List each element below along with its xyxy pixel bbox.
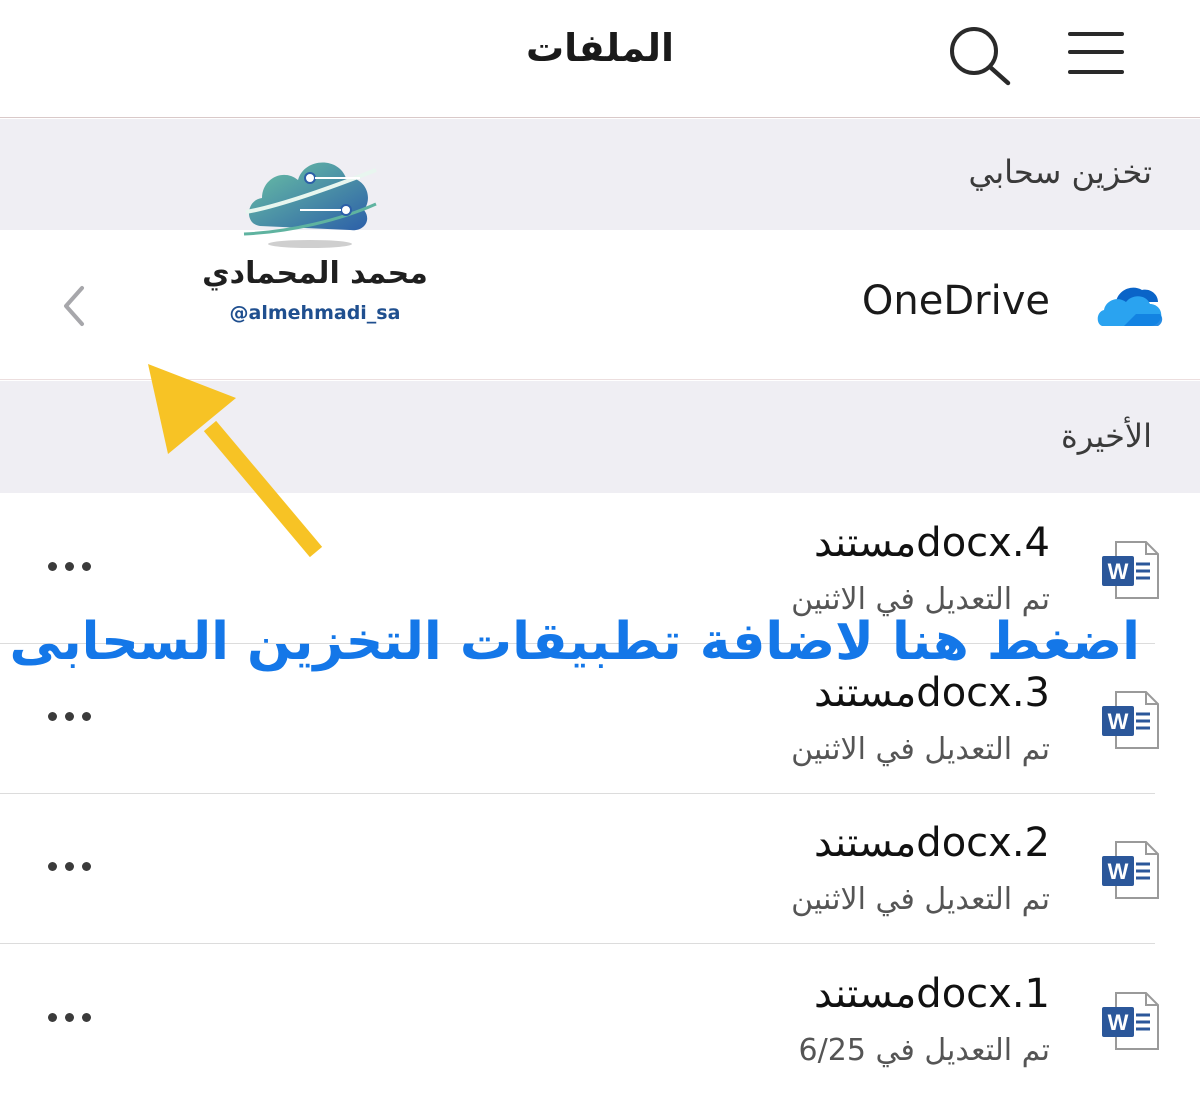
file-modified: تم التعديل في الاثنين xyxy=(791,882,1050,917)
chevron-left-icon[interactable] xyxy=(58,282,92,330)
word-document-icon: W xyxy=(1098,989,1162,1053)
file-name: مستندdocx.4 xyxy=(814,520,1050,566)
svg-text:W: W xyxy=(1108,709,1129,734)
word-document-icon: W xyxy=(1098,688,1162,752)
file-name: مستندdocx.3 xyxy=(814,670,1050,716)
row-divider xyxy=(0,943,1155,944)
watermark-cloud-logo-icon xyxy=(240,148,380,248)
annotation-text: اضغط هنا لاضافة تطبيقات التخزين السحابى xyxy=(9,612,1140,672)
svg-text:W: W xyxy=(1108,559,1129,584)
file-modified: تم التعديل في الاثنين xyxy=(791,732,1050,767)
onedrive-cloud-icon xyxy=(1096,282,1164,332)
watermark-name: محمد المحمادي xyxy=(202,256,428,291)
search-icon[interactable] xyxy=(946,24,1012,86)
file-name: مستندdocx.1 xyxy=(814,971,1050,1017)
more-horizontal-icon[interactable] xyxy=(44,708,96,724)
file-row[interactable]: مستندdocx.2 تم التعديل في الاثنين W xyxy=(0,794,1200,944)
page-title: الملفات xyxy=(525,26,675,70)
section-label: الأخيرة xyxy=(1061,417,1152,455)
onedrive-label: OneDrive xyxy=(861,278,1050,324)
file-row[interactable]: مستندdocx.1 تم التعديل في 6/25 W xyxy=(0,945,1200,1095)
file-name: مستندdocx.2 xyxy=(814,820,1050,866)
watermark-handle: @almehmadi_sa xyxy=(229,302,401,324)
word-document-icon: W xyxy=(1098,838,1162,902)
section-label: تخزين سحابي xyxy=(968,153,1152,191)
svg-text:W: W xyxy=(1108,1010,1129,1035)
top-bar: الملفات xyxy=(0,0,1200,118)
more-horizontal-icon[interactable] xyxy=(44,558,96,574)
file-modified: تم التعديل في 6/25 xyxy=(798,1033,1050,1068)
word-document-icon: W xyxy=(1098,538,1162,602)
yellow-arrow-icon xyxy=(140,356,340,566)
hamburger-icon[interactable] xyxy=(1066,28,1126,78)
svg-text:W: W xyxy=(1108,859,1129,884)
more-horizontal-icon[interactable] xyxy=(44,1009,96,1025)
more-horizontal-icon[interactable] xyxy=(44,858,96,874)
section-header-cloud-storage: تخزين سحابي xyxy=(0,119,1200,230)
